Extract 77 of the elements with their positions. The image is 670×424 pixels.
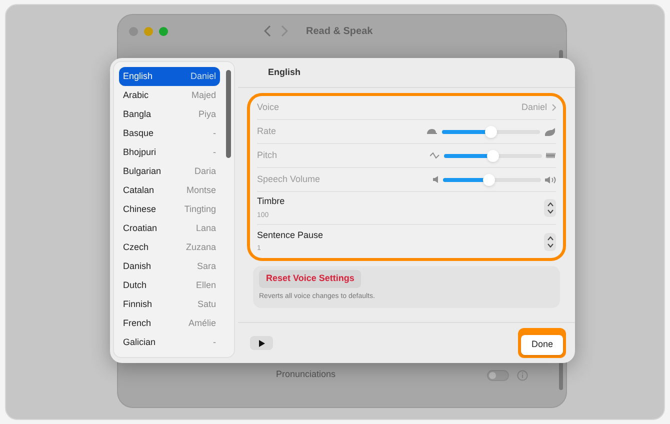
voice-name: Montse <box>186 184 216 197</box>
slider-thumb[interactable] <box>487 150 499 162</box>
language-name: English <box>123 70 153 83</box>
language-item[interactable]: Arabic Majed <box>119 86 220 105</box>
minimize-window-icon[interactable] <box>144 26 153 36</box>
language-name: Danish <box>123 260 152 273</box>
stepper[interactable] <box>544 199 556 217</box>
setting-label: Sentence Pause <box>257 228 324 242</box>
language-item[interactable]: Basque - <box>119 124 220 143</box>
language-item[interactable]: Galician - <box>119 333 220 352</box>
language-name: Croatian <box>123 222 158 235</box>
play-button[interactable] <box>250 336 273 350</box>
slider-thumb[interactable] <box>485 126 497 138</box>
language-item[interactable]: Catalan Montse <box>119 181 220 200</box>
language-item[interactable]: French Amélie <box>119 314 220 333</box>
voice-name: Zuzana <box>186 240 216 254</box>
high-wave-icon <box>546 152 556 159</box>
setting-label: Voice <box>257 100 280 114</box>
language-item[interactable]: Bhojpuri - <box>119 143 220 162</box>
toggle-switch[interactable] <box>487 370 509 380</box>
row-label: Pronunciations <box>276 368 336 382</box>
forward-icon[interactable] <box>280 25 288 37</box>
language-item[interactable]: English Daniel <box>119 67 220 86</box>
language-item[interactable]: Czech Zuzana <box>119 238 220 257</box>
close-window-icon[interactable] <box>129 26 138 36</box>
panel-title: English <box>268 66 301 79</box>
up-down-arrows-icon <box>546 201 554 215</box>
language-name: Catalan <box>123 184 154 197</box>
language-item[interactable]: Dutch Ellen <box>119 276 220 295</box>
language-item[interactable]: Chinese Tingting <box>119 200 220 219</box>
language-name: Bulgarian <box>123 164 162 178</box>
language-item[interactable]: Finnish Satu <box>119 295 220 314</box>
language-name: Czech <box>123 240 149 254</box>
voice-name: Lana <box>196 222 216 235</box>
voice-name: Daniel <box>190 70 216 83</box>
voice-name: - <box>213 126 216 140</box>
voice-name: Satu <box>197 298 216 311</box>
chevron-icon <box>552 104 556 111</box>
speaker-low-icon <box>433 176 439 183</box>
stepper[interactable] <box>544 232 556 250</box>
language-name: French <box>123 316 152 330</box>
language-name: Arabic <box>123 88 149 102</box>
back-icon[interactable] <box>264 25 272 37</box>
setting-label: Timbre <box>257 195 285 208</box>
up-down-arrows-icon <box>546 234 554 248</box>
list-scrollbar[interactable] <box>226 70 231 158</box>
language-name: Finnish <box>123 298 152 311</box>
info-icon[interactable] <box>517 370 528 380</box>
done-button[interactable]: Done <box>521 335 563 354</box>
language-name: Basque <box>123 126 154 140</box>
voice-name: Piya <box>198 108 216 121</box>
voice-name: Tingting <box>184 202 216 216</box>
language-name: Galician <box>123 336 156 349</box>
play-icon <box>258 340 264 346</box>
voice-name: - <box>213 146 216 159</box>
slider-thumb[interactable] <box>483 174 496 186</box>
language-item[interactable]: Danish Sara <box>119 257 220 276</box>
voice-name: Daria <box>194 164 216 178</box>
language-item[interactable]: Bulgarian Daria <box>119 162 220 181</box>
speaker-high-icon <box>545 176 556 184</box>
language-name: Bangla <box>123 108 152 121</box>
voice-name: Sara <box>196 260 216 273</box>
voice-name: - <box>213 336 216 349</box>
setting-label: Rate <box>257 124 276 138</box>
language-item[interactable]: Bangla Piya <box>119 105 220 124</box>
window-title: Read & Speak <box>306 24 373 38</box>
voice-name: Ellen <box>196 278 216 292</box>
language-name: Bhojpuri <box>123 146 156 159</box>
language-item[interactable]: Croatian Lana <box>119 219 220 238</box>
voice-name: Majed <box>191 88 216 102</box>
voice-name: Amélie <box>188 316 216 330</box>
zoom-window-icon[interactable] <box>159 26 168 36</box>
low-wave-icon <box>430 152 440 159</box>
language-name: Dutch <box>123 278 147 292</box>
setting-label: Speech Volume <box>257 172 320 186</box>
setting-label: Pitch <box>257 148 278 162</box>
language-name: Chinese <box>123 202 156 216</box>
